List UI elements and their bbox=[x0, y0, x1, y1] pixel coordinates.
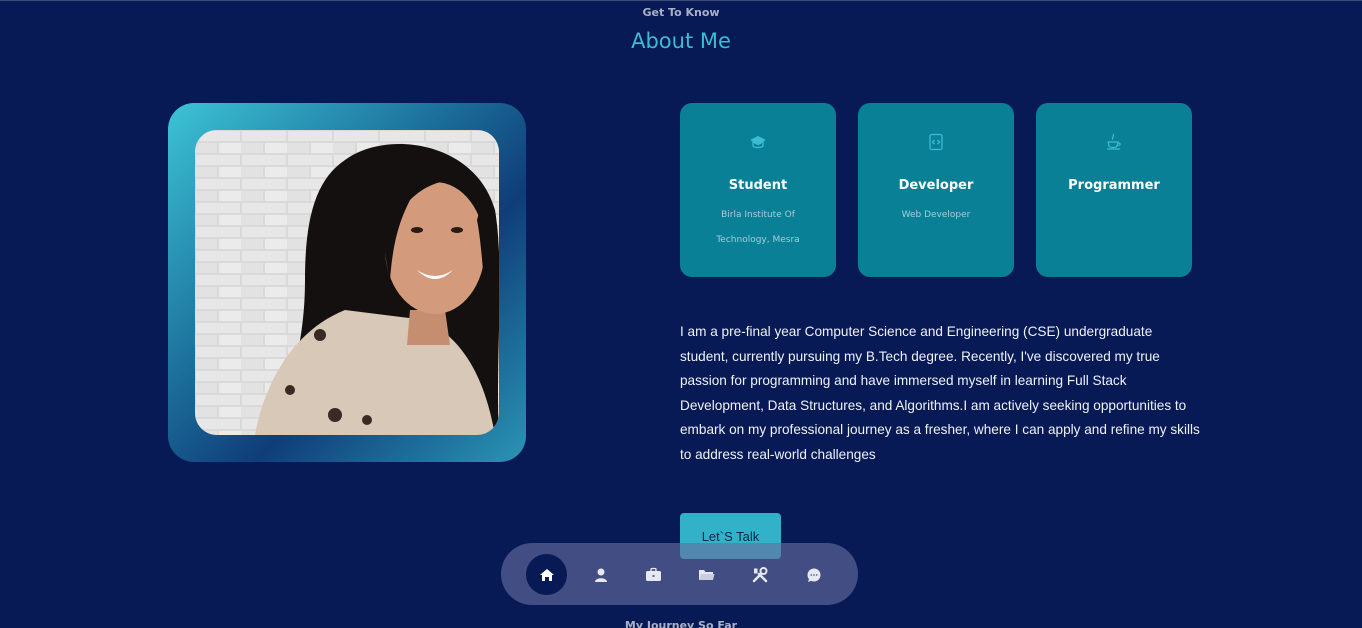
nav-about[interactable] bbox=[580, 554, 621, 595]
nav-skills[interactable] bbox=[739, 554, 780, 595]
profile-photo bbox=[195, 130, 499, 435]
card-description: Birla Institute Of Technology, Mesra bbox=[716, 210, 800, 245]
tools-icon bbox=[752, 566, 767, 582]
section-subtitle: Get To Know bbox=[642, 6, 720, 19]
nav-portfolio[interactable] bbox=[686, 554, 727, 595]
top-divider bbox=[0, 0, 1362, 1]
folder-icon bbox=[699, 569, 715, 580]
nav-experience[interactable] bbox=[633, 554, 674, 595]
portrait-image bbox=[195, 130, 499, 435]
about-paragraph: I am a pre-final year Computer Science a… bbox=[680, 324, 1200, 462]
chat-icon bbox=[807, 568, 820, 582]
code-file-icon bbox=[858, 133, 1014, 155]
card-title: Developer bbox=[898, 178, 974, 193]
card-programmer: Programmer bbox=[1036, 103, 1192, 277]
nav-home[interactable] bbox=[526, 554, 567, 595]
card-title: Student bbox=[728, 178, 788, 193]
card-title: Programmer bbox=[1068, 178, 1160, 193]
about-section: Get To Know About Me Student Birla Insti… bbox=[0, 0, 1362, 628]
card-developer: Developer Web Developer bbox=[858, 103, 1014, 277]
user-icon bbox=[594, 568, 607, 582]
nav-contact[interactable] bbox=[793, 554, 834, 595]
card-description: Web Developer bbox=[901, 210, 971, 220]
bottom-nav bbox=[501, 543, 858, 605]
section-title: About Me bbox=[631, 29, 731, 53]
card-student: Student Birla Institute Of Technology, M… bbox=[680, 103, 836, 277]
java-cup-icon bbox=[1036, 133, 1192, 155]
briefcase-icon bbox=[646, 567, 661, 581]
home-icon bbox=[539, 568, 554, 581]
next-section-subtitle: My Journey So Far bbox=[624, 619, 738, 628]
graduation-cap-icon bbox=[680, 133, 836, 155]
